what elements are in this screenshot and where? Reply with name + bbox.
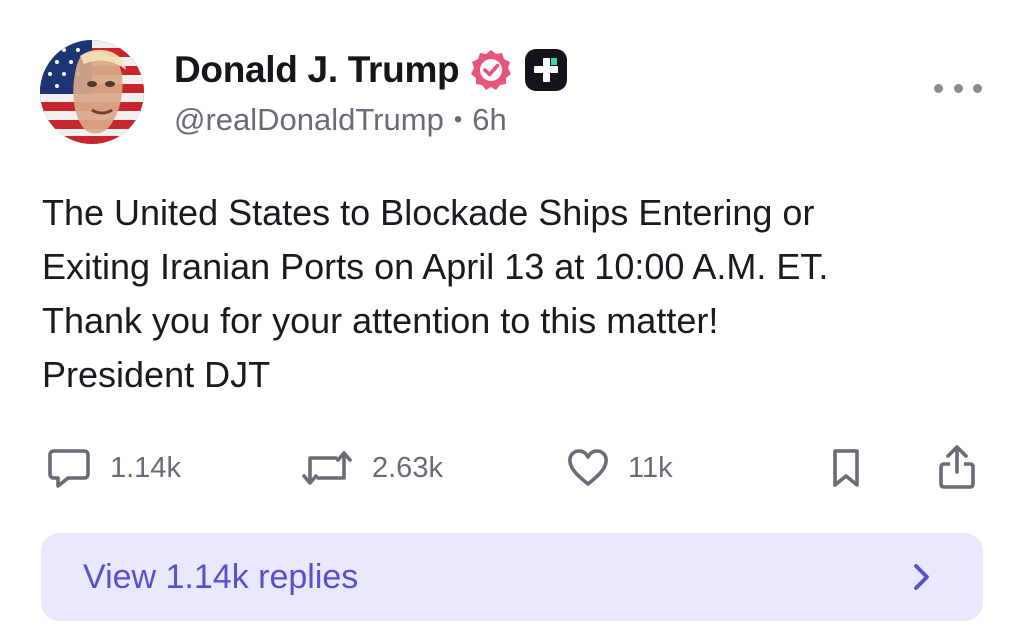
repost-count: 2.63k xyxy=(372,451,443,484)
bookmark-icon xyxy=(833,449,859,487)
meta-separator: • xyxy=(453,106,463,133)
reply-button[interactable]: 1.14k xyxy=(46,440,181,496)
author-display-name[interactable]: Donald J. Trump xyxy=(174,49,460,91)
author-meta-row: @realDonaldTrump • 6h xyxy=(174,100,507,140)
like-count: 11k xyxy=(628,451,673,484)
chevron-right-icon xyxy=(914,564,929,590)
more-dot xyxy=(953,83,963,93)
post-body-text: The United States to Blockade Ships Ente… xyxy=(42,186,982,402)
post-body-line: President DJT xyxy=(42,354,271,395)
share-button[interactable] xyxy=(936,440,978,496)
avatar[interactable] xyxy=(40,40,144,144)
bookmark-button[interactable] xyxy=(826,440,866,496)
view-replies-button[interactable]: View 1.14k replies xyxy=(41,533,983,621)
more-options-button[interactable] xyxy=(934,76,982,100)
post-card: Donald J. Trump @realDonaldTrump • 6h Th… xyxy=(0,0,1024,633)
truth-plus-icon xyxy=(525,49,568,91)
post-body-line: Thank you for your attention to this mat… xyxy=(42,300,719,341)
post-action-bar: 1.14k 2.63k 11k xyxy=(0,440,1024,496)
more-dot xyxy=(973,83,982,93)
post-body-line: The United States to Blockade Ships Ente… xyxy=(42,192,815,233)
reply-count: 1.14k xyxy=(110,451,181,484)
like-button[interactable]: 11k xyxy=(566,440,673,496)
post-timestamp[interactable]: 6h xyxy=(472,102,506,138)
author-name-row: Donald J. Trump xyxy=(174,44,569,96)
post-body-line: Exiting Iranian Ports on April 13 at 10:… xyxy=(42,246,829,287)
heart-icon xyxy=(568,449,608,486)
repost-button[interactable]: 2.63k xyxy=(300,440,443,496)
more-dot xyxy=(934,83,943,93)
repost-icon xyxy=(302,451,352,485)
avatar-image xyxy=(40,40,144,144)
author-handle[interactable]: @realDonaldTrump xyxy=(174,102,444,138)
comment-icon xyxy=(48,449,90,488)
view-replies-label: View 1.14k replies xyxy=(83,557,359,596)
verified-badge-icon xyxy=(471,50,512,90)
share-icon xyxy=(939,445,975,489)
